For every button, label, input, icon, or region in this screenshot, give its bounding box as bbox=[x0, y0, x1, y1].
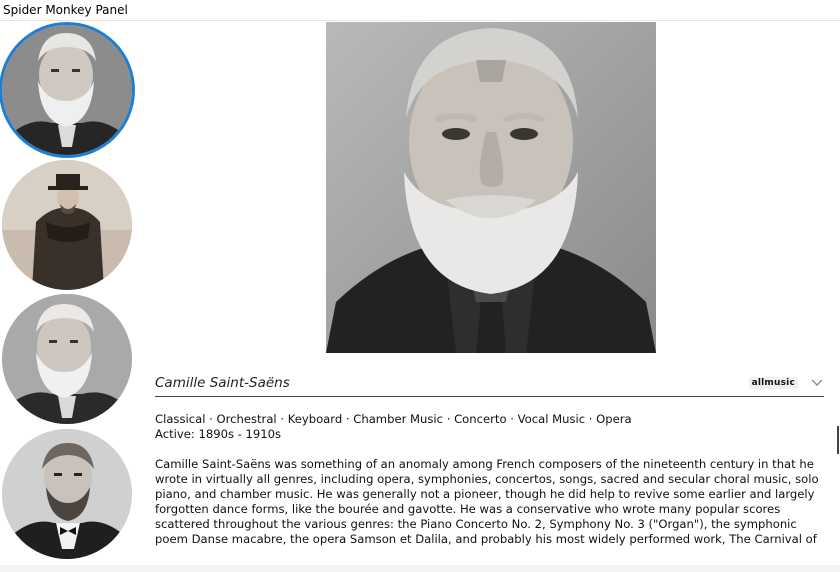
title-bar: Spider Monkey Panel bbox=[0, 0, 840, 21]
artist-photo bbox=[326, 22, 656, 353]
chevron-down-icon[interactable] bbox=[810, 374, 824, 390]
bottom-strip bbox=[0, 565, 840, 572]
source-badge[interactable]: allmusic bbox=[748, 377, 798, 389]
window-title: Spider Monkey Panel bbox=[3, 3, 128, 17]
thumbnail-portrait-4[interactable] bbox=[2, 429, 132, 559]
thumbnail-portrait-3[interactable] bbox=[2, 294, 132, 424]
artist-header: Camille Saint-Saëns allmusic bbox=[155, 374, 824, 397]
thumbnail-portrait-1[interactable] bbox=[2, 25, 132, 155]
artist-active-years: Active: 1890s - 1910s bbox=[155, 427, 282, 441]
artist-name: Camille Saint-Saëns bbox=[155, 375, 290, 391]
artist-genres: Classical · Orchestral · Keyboard · Cham… bbox=[155, 412, 632, 426]
thumbnail-portrait-2[interactable] bbox=[2, 160, 132, 290]
scrollbar[interactable] bbox=[837, 426, 839, 454]
artist-biography: Camille Saint-Saëns was something of an … bbox=[155, 457, 819, 549]
